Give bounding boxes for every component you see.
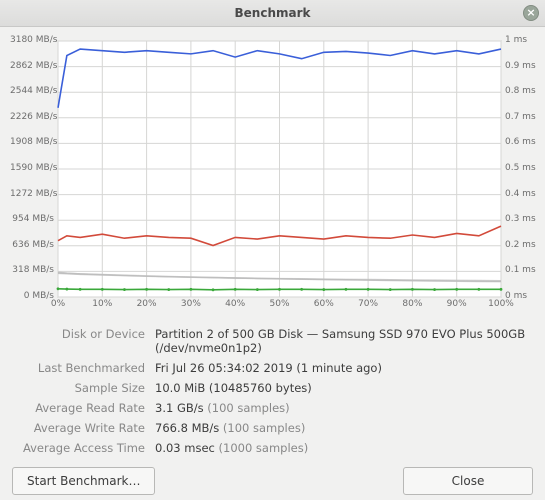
dialog-content: 0 MB/s0 ms318 MB/s0.1 ms636 MB/s0.2 ms95… bbox=[0, 27, 545, 500]
xtick: 30% bbox=[181, 299, 201, 309]
xtick: 10% bbox=[92, 299, 112, 309]
ytick-left: 1908 MB/s bbox=[10, 137, 54, 147]
ytick-right: 1 ms bbox=[505, 35, 535, 45]
access-time-note: (1000 samples) bbox=[219, 441, 309, 455]
value-read-rate: 3.1 GB/s (100 samples) bbox=[155, 401, 535, 415]
value-sample-size: 10.0 MiB (10485760 bytes) bbox=[155, 381, 535, 395]
ytick-left: 2226 MB/s bbox=[10, 112, 54, 122]
xtick: 90% bbox=[447, 299, 467, 309]
xtick: 70% bbox=[358, 299, 378, 309]
ytick-right: 0.6 ms bbox=[505, 137, 535, 147]
ytick-left: 0 MB/s bbox=[10, 291, 54, 301]
ytick-right: 0.8 ms bbox=[505, 86, 535, 96]
ytick-left: 954 MB/s bbox=[10, 214, 54, 224]
xtick: 50% bbox=[269, 299, 289, 309]
close-button[interactable]: Close bbox=[403, 467, 533, 495]
benchmark-chart: 0 MB/s0 ms318 MB/s0.1 ms636 MB/s0.2 ms95… bbox=[10, 35, 535, 315]
label-write-rate: Average Write Rate bbox=[10, 421, 155, 435]
xtick: 20% bbox=[137, 299, 157, 309]
ytick-right: 0.3 ms bbox=[505, 214, 535, 224]
value-access-time: 0.03 msec (1000 samples) bbox=[155, 441, 535, 455]
write-rate-note: (100 samples) bbox=[223, 421, 305, 435]
write-rate-number: 766.8 MB/s bbox=[155, 421, 219, 435]
value-disk: Partition 2 of 500 GB Disk — Samsung SSD… bbox=[155, 327, 535, 355]
start-benchmark-button[interactable]: Start Benchmark… bbox=[12, 467, 155, 495]
close-icon[interactable]: × bbox=[523, 5, 539, 21]
xtick: 60% bbox=[314, 299, 334, 309]
button-row: Start Benchmark… Close bbox=[10, 461, 535, 495]
info-table: Disk or Device Partition 2 of 500 GB Dis… bbox=[10, 321, 535, 461]
ytick-right: 0.2 ms bbox=[505, 240, 535, 250]
ytick-left: 2544 MB/s bbox=[10, 86, 54, 96]
titlebar: Benchmark × bbox=[0, 0, 545, 27]
ytick-right: 0.4 ms bbox=[505, 189, 535, 199]
ytick-left: 636 MB/s bbox=[10, 240, 54, 250]
ytick-left: 1590 MB/s bbox=[10, 163, 54, 173]
read-rate-note: (100 samples) bbox=[207, 401, 289, 415]
ytick-right: 0.9 ms bbox=[505, 61, 535, 71]
ytick-left: 318 MB/s bbox=[10, 265, 54, 275]
xtick: 40% bbox=[225, 299, 245, 309]
ytick-left: 3180 MB/s bbox=[10, 35, 54, 45]
xtick: 0% bbox=[51, 299, 65, 309]
label-disk: Disk or Device bbox=[10, 327, 155, 355]
value-last-benchmarked: Fri Jul 26 05:34:02 2019 (1 minute ago) bbox=[155, 361, 535, 375]
label-access-time: Average Access Time bbox=[10, 441, 155, 455]
xtick: 100% bbox=[488, 299, 514, 309]
ytick-right: 0.7 ms bbox=[505, 112, 535, 122]
read-rate-number: 3.1 GB/s bbox=[155, 401, 204, 415]
label-sample-size: Sample Size bbox=[10, 381, 155, 395]
ytick-left: 1272 MB/s bbox=[10, 189, 54, 199]
access-time-number: 0.03 msec bbox=[155, 441, 215, 455]
label-last-benchmarked: Last Benchmarked bbox=[10, 361, 155, 375]
ytick-right: 0.5 ms bbox=[505, 163, 535, 173]
label-read-rate: Average Read Rate bbox=[10, 401, 155, 415]
chart-svg bbox=[10, 35, 535, 315]
ytick-right: 0.1 ms bbox=[505, 265, 535, 275]
window-title: Benchmark bbox=[235, 6, 311, 20]
value-write-rate: 766.8 MB/s (100 samples) bbox=[155, 421, 535, 435]
ytick-left: 2862 MB/s bbox=[10, 61, 54, 71]
xtick: 80% bbox=[402, 299, 422, 309]
